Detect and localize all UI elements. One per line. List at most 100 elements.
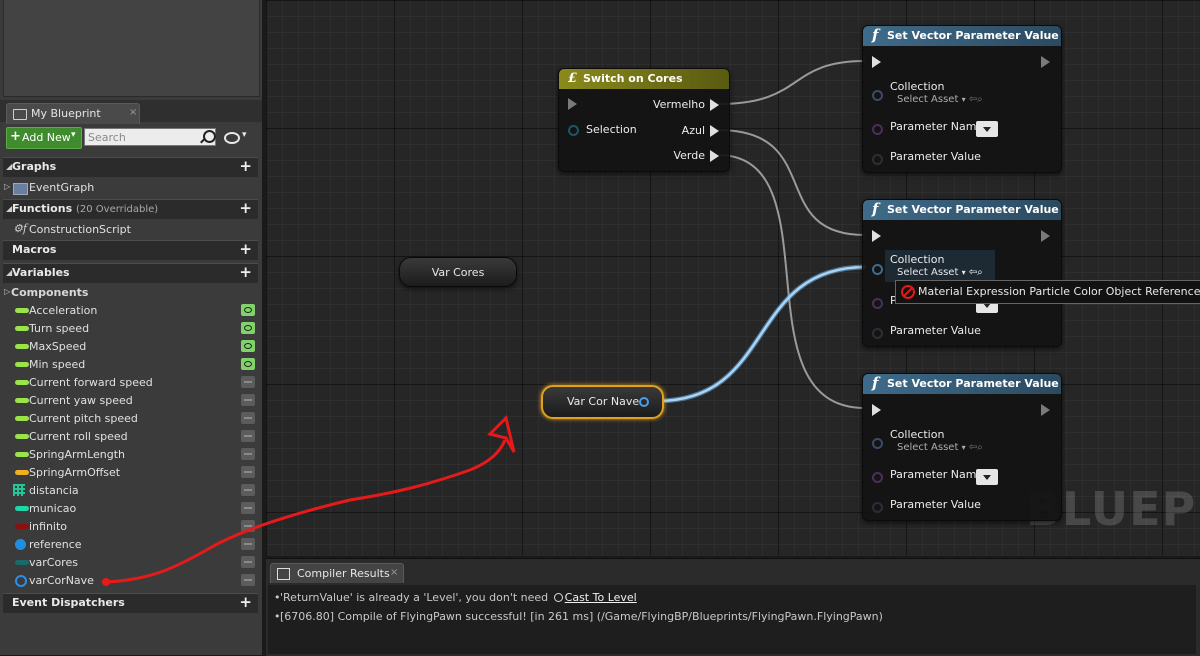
- view-options-button[interactable]: ▾: [222, 130, 252, 144]
- parameter-value-pin[interactable]: [872, 502, 883, 513]
- add-dispatcher-icon[interactable]: +: [239, 593, 252, 611]
- collection-pin[interactable]: [872, 90, 883, 101]
- set-vector-node-1[interactable]: f Set Vector Parameter Value Collection …: [862, 25, 1062, 173]
- variable-item[interactable]: municao: [3, 500, 258, 518]
- variable-item[interactable]: infinito: [3, 518, 258, 536]
- variable-item[interactable]: varCores: [3, 554, 258, 572]
- eye-hidden-icon[interactable]: [241, 394, 255, 406]
- section-macros[interactable]: Macros +: [3, 240, 258, 260]
- parameter-value-pin[interactable]: [872, 154, 883, 165]
- parameter-name-pin[interactable]: [872, 298, 883, 309]
- exec-in-pin[interactable]: [872, 230, 881, 242]
- variable-item[interactable]: Acceleration: [3, 302, 258, 320]
- var-cores-node[interactable]: Var Cores: [399, 257, 517, 287]
- variable-item[interactable]: MaxSpeed: [3, 338, 258, 356]
- variable-item[interactable]: SpringArmLength: [3, 446, 258, 464]
- output-pin[interactable]: [639, 397, 649, 407]
- variable-item[interactable]: Current roll speed: [3, 428, 258, 446]
- eye-visible-icon[interactable]: [241, 358, 255, 370]
- add-macro-icon[interactable]: +: [239, 240, 252, 258]
- node-header[interactable]: f Set Vector Parameter Value: [863, 26, 1061, 46]
- search-input[interactable]: [84, 128, 216, 146]
- eye-hidden-icon[interactable]: [241, 484, 255, 496]
- tab-my-blueprint[interactable]: My Blueprint ×: [6, 103, 140, 124]
- components-category[interactable]: ▷ Components: [3, 284, 258, 302]
- graph-item-eventgraph[interactable]: ▷ EventGraph: [3, 179, 258, 197]
- eye-visible-icon[interactable]: [241, 304, 255, 316]
- search-icon[interactable]: [203, 130, 216, 143]
- section-graphs[interactable]: ◢ Graphs +: [3, 157, 258, 177]
- exec-out-azul[interactable]: [710, 125, 719, 137]
- add-variable-icon[interactable]: +: [239, 263, 252, 281]
- set-vector-node-3[interactable]: f Set Vector Parameter Value Collection …: [862, 373, 1062, 521]
- variable-item[interactable]: reference: [3, 536, 258, 554]
- parameter-name-combo[interactable]: [976, 121, 998, 137]
- selection-pin[interactable]: [568, 125, 579, 136]
- exec-out-pin[interactable]: [1041, 404, 1050, 416]
- collection-pin[interactable]: [872, 438, 883, 449]
- parameter-name-combo[interactable]: [976, 469, 998, 485]
- eye-hidden-icon[interactable]: [241, 574, 255, 586]
- variable-label: varCorNave: [29, 574, 94, 587]
- parameter-name-pin[interactable]: [872, 124, 883, 135]
- exec-in-pin[interactable]: [568, 98, 577, 110]
- add-graph-icon[interactable]: +: [239, 157, 252, 175]
- eye-hidden-icon[interactable]: [241, 520, 255, 532]
- variable-item[interactable]: Current yaw speed: [3, 392, 258, 410]
- exec-out-verde[interactable]: [710, 150, 719, 162]
- eye-hidden-icon[interactable]: [241, 430, 255, 442]
- expand-icon[interactable]: ▷: [4, 182, 10, 191]
- expand-icon[interactable]: ▷: [4, 287, 10, 296]
- section-functions[interactable]: ◢ Functions (20 Overridable) +: [3, 199, 258, 219]
- var-cor-nave-node[interactable]: Var Cor Nave: [541, 385, 664, 419]
- parameter-value-pin[interactable]: [872, 328, 883, 339]
- collection-label: Collection: [890, 253, 945, 266]
- eye-hidden-icon[interactable]: [241, 466, 255, 478]
- variable-item[interactable]: Turn speed: [3, 320, 258, 338]
- exec-in-pin[interactable]: [872, 56, 881, 68]
- eye-hidden-icon[interactable]: [241, 538, 255, 550]
- eye-hidden-icon[interactable]: [241, 556, 255, 568]
- parameter-name-pin[interactable]: [872, 472, 883, 483]
- add-new-button[interactable]: + Add New ▾: [6, 127, 82, 149]
- variable-item[interactable]: SpringArmOffset: [3, 464, 258, 482]
- section-event-dispatchers[interactable]: Event Dispatchers +: [3, 593, 258, 613]
- close-icon[interactable]: ×: [390, 567, 398, 578]
- switch-icon: £: [568, 71, 578, 86]
- variable-item[interactable]: Current pitch speed: [3, 410, 258, 428]
- blueprint-graph[interactable]: BLUEPRINT £ Switch on Cores Selection Ve…: [266, 0, 1200, 556]
- variable-item[interactable]: distancia: [3, 482, 258, 500]
- node-header[interactable]: f Set Vector Parameter Value: [863, 200, 1061, 220]
- cast-to-level-link[interactable]: Cast To Level: [565, 591, 637, 604]
- exec-in-pin[interactable]: [872, 404, 881, 416]
- variable-item[interactable]: Current forward speed: [3, 374, 258, 392]
- collection-pin[interactable]: [872, 264, 883, 275]
- eye-visible-icon[interactable]: [241, 322, 255, 334]
- eye-hidden-icon[interactable]: [241, 376, 255, 388]
- eye-hidden-icon[interactable]: [241, 412, 255, 424]
- section-variables[interactable]: ◢ Variables +: [3, 263, 258, 283]
- set-vector-node-2[interactable]: f Set Vector Parameter Value Collection …: [862, 199, 1062, 347]
- compiler-results-panel: Compiler Results × • 'ReturnValue' is al…: [266, 558, 1200, 656]
- node-header[interactable]: f Set Vector Parameter Value: [863, 374, 1061, 394]
- select-asset-dropdown[interactable]: Select Asset ▾ ⇦⌕: [897, 94, 983, 109]
- close-icon[interactable]: ×: [129, 107, 137, 118]
- select-asset-dropdown[interactable]: Select Asset ▾ ⇦⌕: [897, 442, 983, 457]
- variable-item[interactable]: varCorNave: [3, 572, 258, 590]
- tab-label: My Blueprint: [31, 107, 101, 120]
- add-function-icon[interactable]: +: [239, 199, 252, 217]
- switch-node-header[interactable]: £ Switch on Cores: [559, 69, 729, 89]
- function-item-constructionscript[interactable]: ⚙f ConstructionScript: [3, 221, 258, 239]
- exec-out-pin[interactable]: [1041, 230, 1050, 242]
- eye-hidden-icon[interactable]: [241, 502, 255, 514]
- function-item-label: ConstructionScript: [29, 223, 131, 236]
- eye-hidden-icon[interactable]: [241, 448, 255, 460]
- exec-out-pin[interactable]: [1041, 56, 1050, 68]
- variable-item[interactable]: Min speed: [3, 356, 258, 374]
- exec-out-vermelho[interactable]: [710, 99, 719, 111]
- message-1: • 'ReturnValue' is already a 'Level', yo…: [274, 591, 637, 604]
- switch-node[interactable]: £ Switch on Cores Selection Vermelho Azu…: [558, 68, 730, 172]
- search-icon: [553, 592, 563, 602]
- tab-compiler-results[interactable]: Compiler Results ×: [270, 563, 404, 583]
- eye-visible-icon[interactable]: [241, 340, 255, 352]
